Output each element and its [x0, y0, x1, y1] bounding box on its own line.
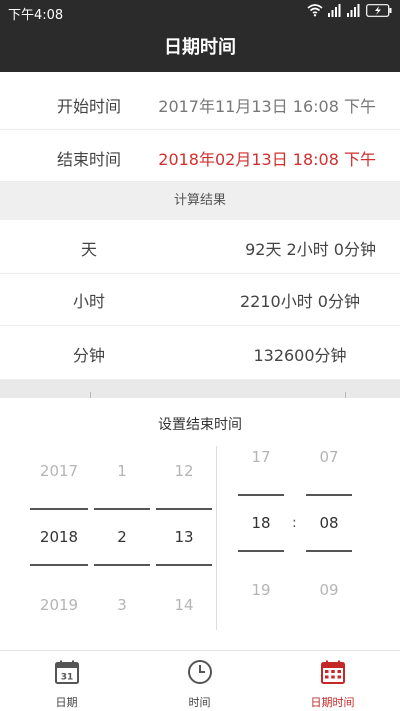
result-row-days: 天 92天 2小时 0分钟 [0, 220, 400, 274]
picker-selection-line [94, 564, 150, 566]
clock-icon [187, 660, 212, 684]
bottom-tab-bar: 31 日期 时间 日期时间 [0, 650, 400, 711]
calendar-day-number: 31 [60, 673, 73, 683]
calendar-31-icon: 31 [54, 660, 79, 684]
end-time-label: 结束时间 [56, 150, 121, 169]
picker-selection-line [156, 508, 212, 510]
start-time-value[interactable]: 2017年11月13日 16:08 下午 [158, 93, 376, 117]
picker-title: 设置结束时间 [158, 417, 242, 433]
result-label: 分钟 [72, 346, 105, 365]
tab-label: 日期 [55, 696, 78, 709]
picker-month-selected[interactable]: 2 [94, 528, 150, 546]
picker-hour-prev[interactable]: 17 [238, 448, 284, 466]
tab-label: 时间 [188, 696, 211, 709]
picker-selection-line [30, 508, 88, 510]
end-time-picker[interactable]: 设置结束时间 2017 2018 2019 1 2 3 12 13 14 17 … [0, 398, 400, 650]
dim-overlay [0, 380, 400, 398]
picker-selection-line [30, 564, 88, 566]
end-time-value[interactable]: 2018年02月13日 18:08 下午 [158, 146, 376, 170]
picker-hour-selected[interactable]: 18 [238, 514, 284, 532]
signal-icon [347, 4, 360, 17]
picker-year-next[interactable]: 2019 [30, 596, 88, 614]
result-value: 92天 2小时 0分钟 [245, 240, 376, 259]
tab-date[interactable]: 31 日期 [0, 651, 133, 711]
result-row-minutes: 分钟 132600分钟 [0, 326, 400, 380]
result-label: 天 [80, 240, 97, 259]
signal-icon [328, 4, 341, 17]
status-time: 下午4:08 [8, 8, 64, 23]
result-value: 132600分钟 [253, 346, 347, 365]
section-header-results: 计算结果 [0, 182, 400, 220]
picker-day-selected[interactable]: 13 [156, 528, 212, 546]
result-label: 小时 [72, 292, 105, 311]
start-time-row[interactable]: 开始时间 2017年11月13日 16:08 下午 [0, 76, 400, 130]
calendar-grid-icon [320, 660, 345, 684]
picker-minute-next[interactable]: 09 [306, 581, 352, 599]
battery-icon [366, 3, 392, 17]
end-time-row[interactable]: 结束时间 2018年02月13日 18:08 下午 [0, 130, 400, 182]
picker-selection-line [306, 494, 352, 496]
picker-month-prev[interactable]: 1 [94, 462, 150, 480]
app-title: 日期时间 [0, 24, 400, 72]
picker-day-next[interactable]: 14 [156, 596, 212, 614]
result-value: 2210小时 0分钟 [240, 292, 360, 311]
tab-label: 日期时间 [310, 696, 355, 709]
status-bar: 下午4:08 [0, 0, 400, 24]
status-icons [307, 3, 392, 17]
picker-selection-line [156, 564, 212, 566]
tab-time[interactable]: 时间 [133, 651, 266, 711]
picker-month-next[interactable]: 3 [94, 596, 150, 614]
time-separator: : [292, 515, 297, 531]
tab-datetime[interactable]: 日期时间 [266, 651, 399, 711]
result-row-hours: 小时 2210小时 0分钟 [0, 272, 400, 326]
picker-year-prev[interactable]: 2017 [30, 462, 88, 480]
picker-minute-prev[interactable]: 07 [306, 448, 352, 466]
start-time-label: 开始时间 [56, 97, 121, 116]
picker-hour-next[interactable]: 19 [238, 581, 284, 599]
picker-selection-line [238, 494, 284, 496]
picker-selection-line [238, 550, 284, 552]
picker-minute-selected[interactable]: 08 [306, 514, 352, 532]
picker-day-prev[interactable]: 12 [156, 462, 212, 480]
picker-selection-line [306, 550, 352, 552]
picker-selection-line [94, 508, 150, 510]
picker-year-selected[interactable]: 2018 [30, 528, 88, 546]
wifi-icon [307, 4, 323, 17]
picker-divider [216, 446, 217, 630]
